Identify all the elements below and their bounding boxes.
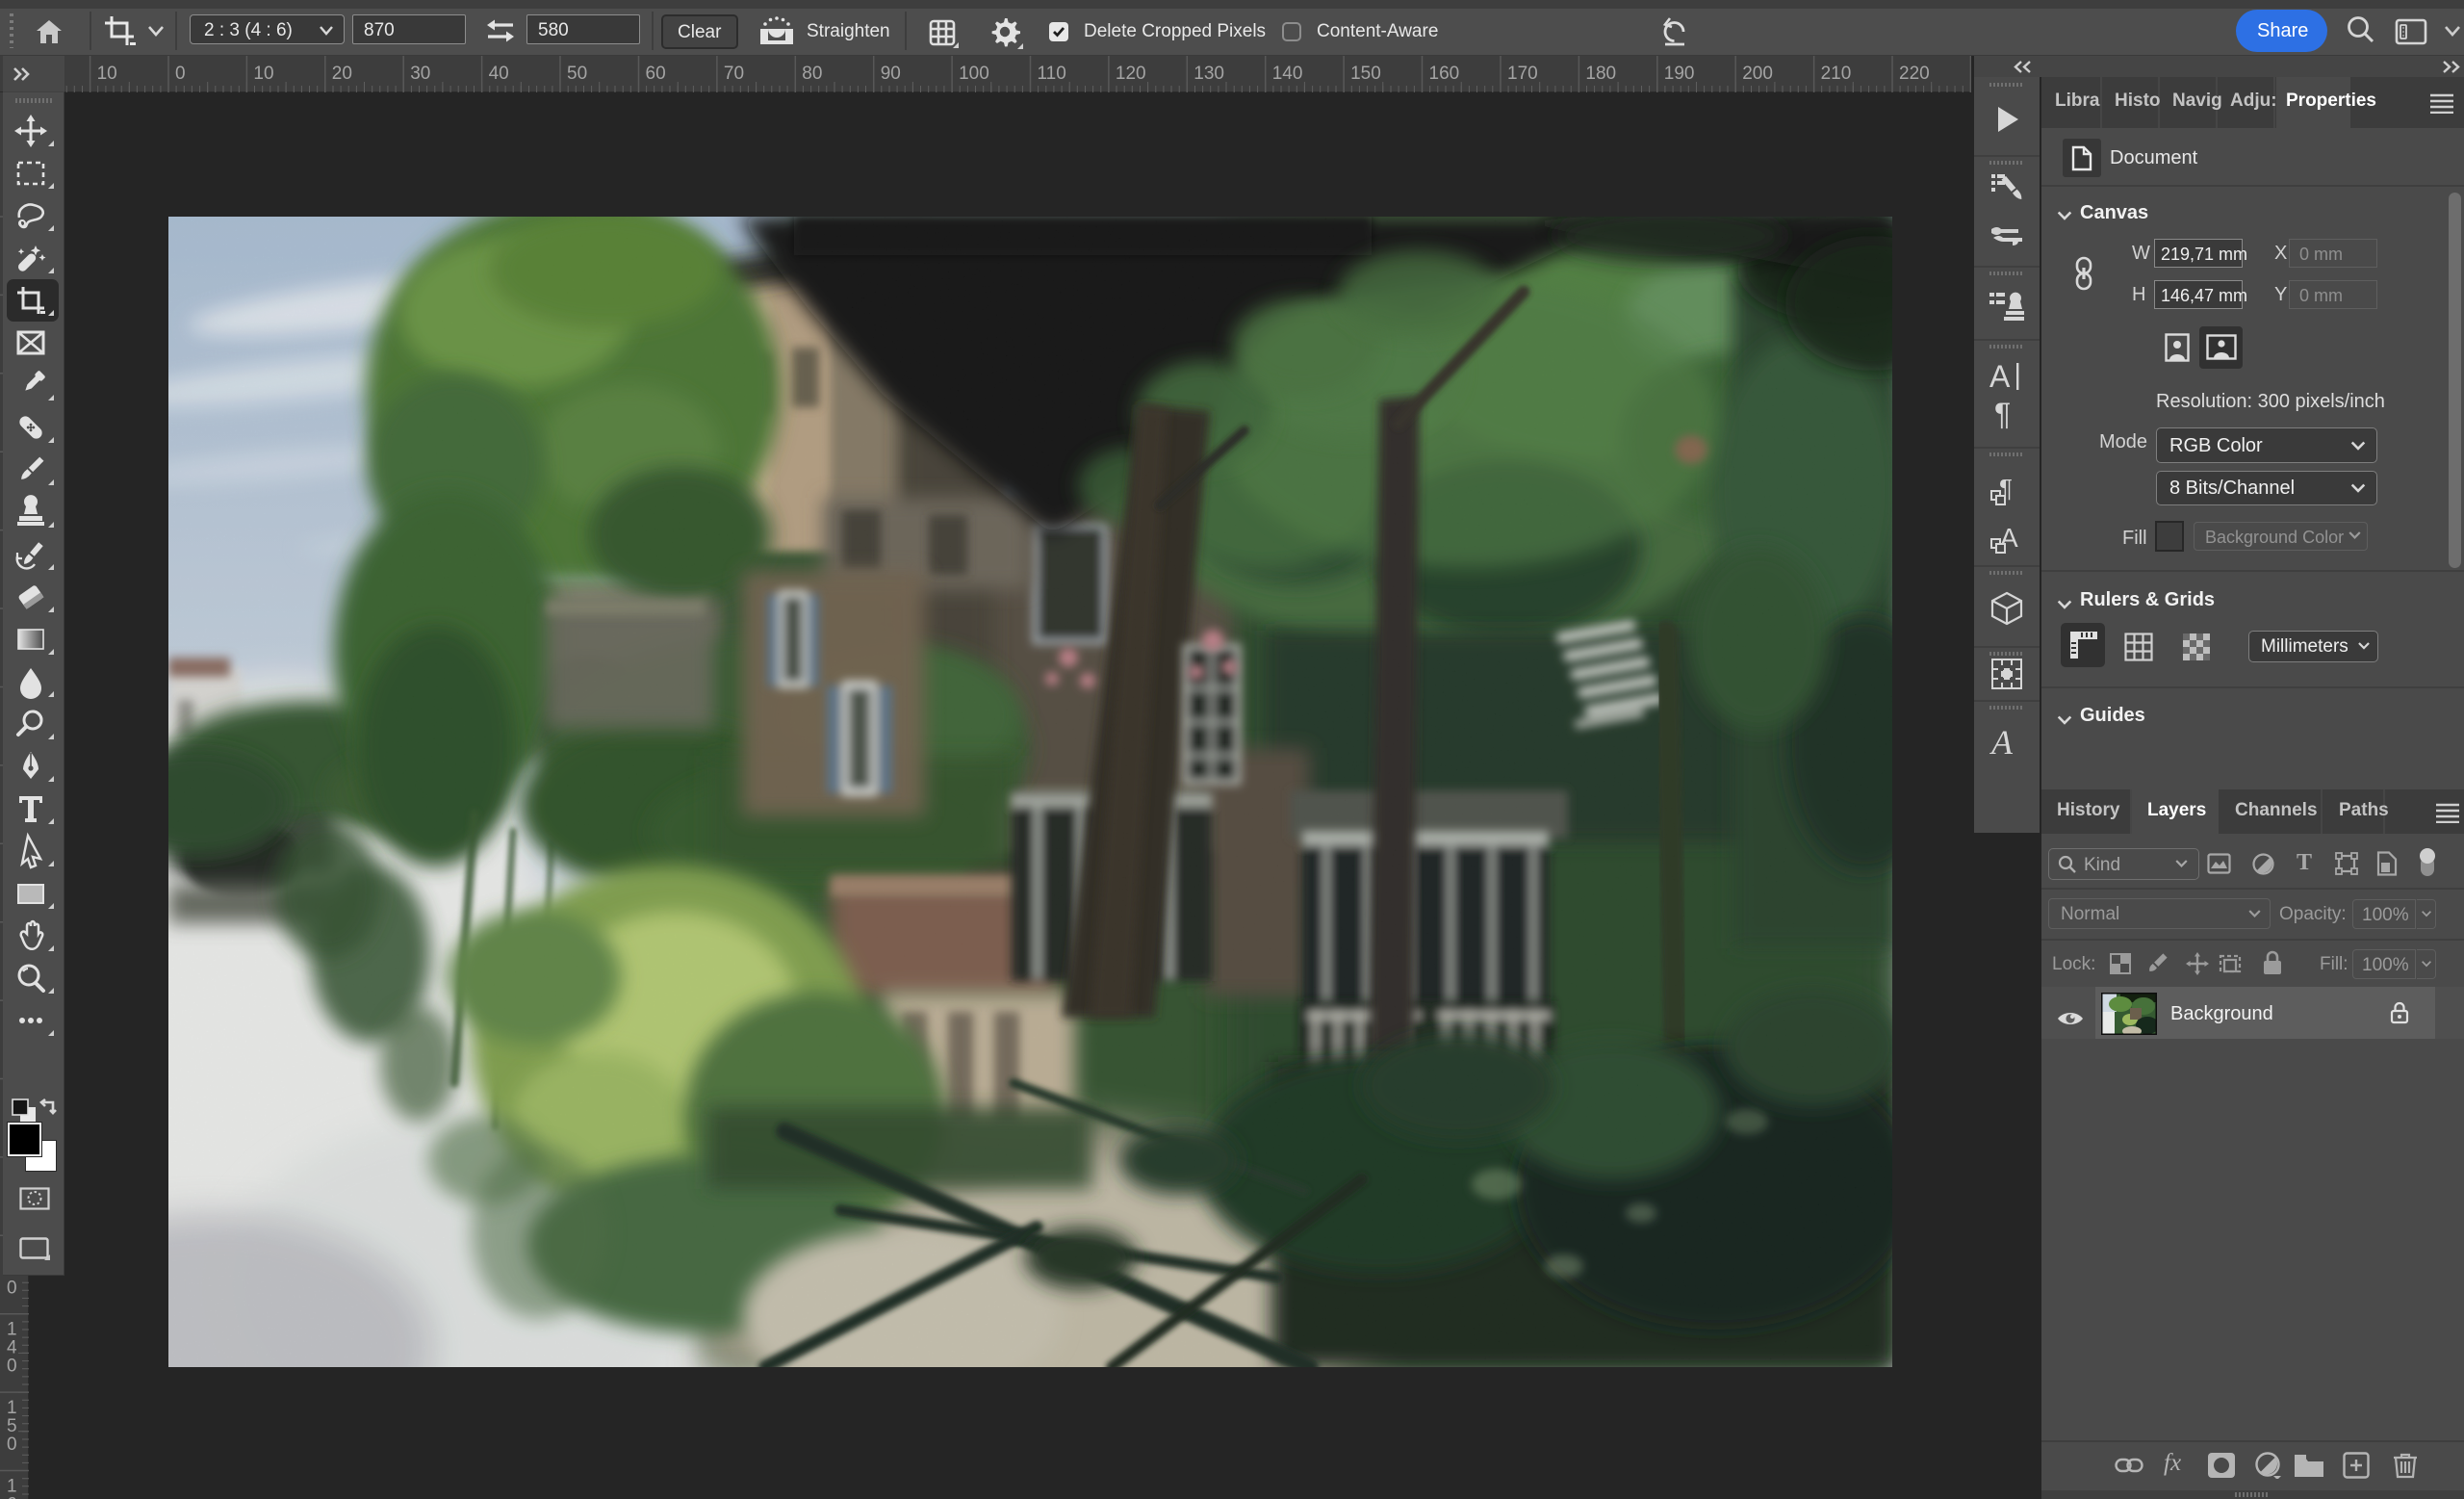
svg-text:210: 210 bbox=[1821, 64, 1852, 84]
svg-text:80: 80 bbox=[802, 64, 822, 84]
svg-text:5: 5 bbox=[7, 1416, 17, 1436]
svg-text:50: 50 bbox=[567, 64, 587, 84]
svg-text:180: 180 bbox=[1585, 64, 1616, 84]
svg-text:¶: ¶ bbox=[1994, 398, 2011, 430]
svg-text:30: 30 bbox=[410, 64, 430, 84]
svg-text:0: 0 bbox=[175, 64, 186, 84]
svg-text:60: 60 bbox=[646, 64, 666, 84]
svg-text:A: A bbox=[1989, 359, 2011, 394]
svg-text:160: 160 bbox=[1429, 64, 1460, 84]
svg-text:170: 170 bbox=[1507, 64, 1538, 84]
svg-text:90: 90 bbox=[881, 64, 901, 84]
svg-text:40: 40 bbox=[489, 64, 509, 84]
svg-text:6: 6 bbox=[7, 1495, 17, 1499]
svg-text:70: 70 bbox=[724, 64, 744, 84]
svg-text:0: 0 bbox=[7, 1434, 17, 1455]
svg-text:100: 100 bbox=[959, 64, 989, 84]
svg-text:0: 0 bbox=[7, 1357, 17, 1377]
svg-text:10: 10 bbox=[97, 64, 117, 84]
svg-text:20: 20 bbox=[332, 64, 352, 84]
svg-text:130: 130 bbox=[1194, 64, 1224, 84]
svg-text:1: 1 bbox=[7, 1477, 17, 1497]
svg-text:200: 200 bbox=[1742, 64, 1773, 84]
svg-text:0: 0 bbox=[7, 1278, 17, 1298]
svg-text:220: 220 bbox=[1899, 64, 1930, 84]
svg-text:190: 190 bbox=[1664, 64, 1695, 84]
svg-text:1: 1 bbox=[7, 1398, 17, 1418]
svg-text:A: A bbox=[1989, 725, 2014, 762]
svg-text:1: 1 bbox=[7, 1320, 17, 1340]
svg-text:120: 120 bbox=[1116, 64, 1146, 84]
svg-text:140: 140 bbox=[1272, 64, 1303, 84]
svg-text:110: 110 bbox=[1038, 64, 1066, 84]
svg-text:10: 10 bbox=[253, 64, 273, 84]
svg-text:4: 4 bbox=[7, 1338, 17, 1358]
svg-text:150: 150 bbox=[1350, 64, 1381, 84]
